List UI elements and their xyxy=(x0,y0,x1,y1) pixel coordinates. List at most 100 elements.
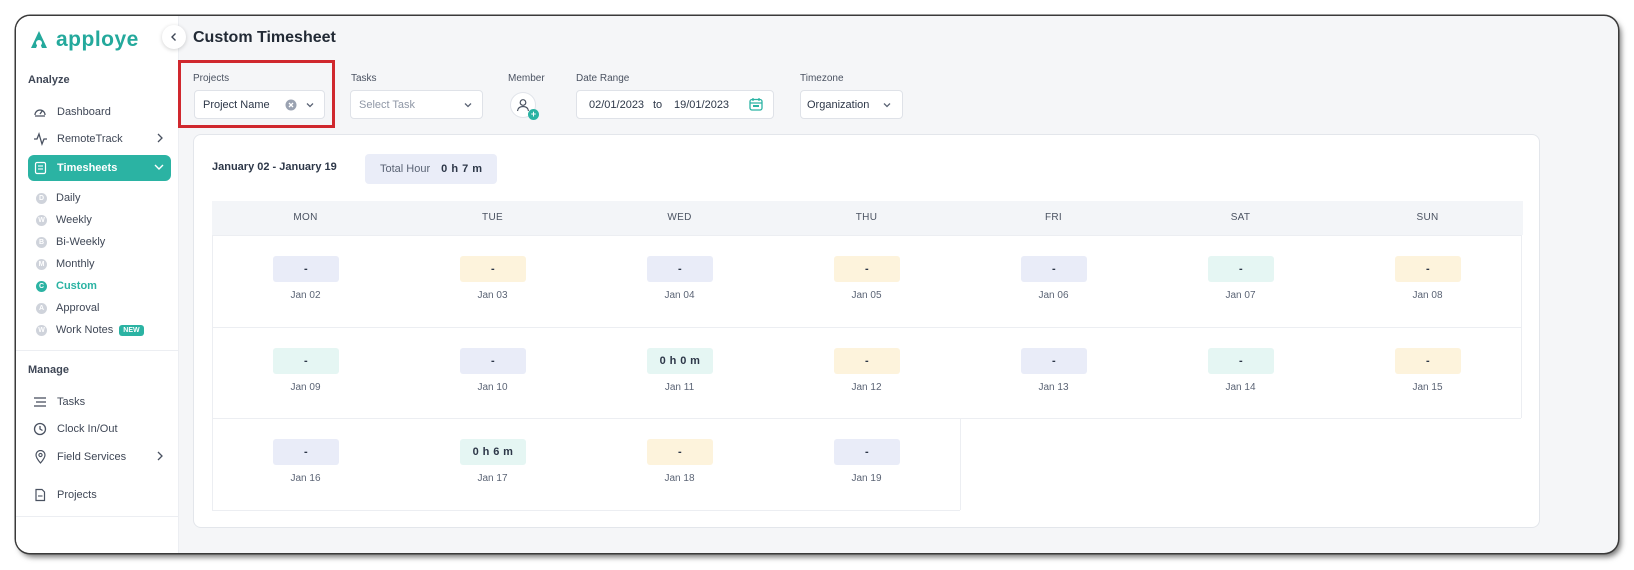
sidebar-subitem-weekly[interactable]: W Weekly xyxy=(36,211,92,229)
timesheet-card: January 02 - January 19 Total Hour 0 h 7… xyxy=(193,134,1540,528)
day-hours-pill[interactable]: 0 h 6 m xyxy=(460,439,526,465)
sidebar-collapse-button[interactable] xyxy=(162,25,186,49)
calendar-day-cell[interactable]: 0 h 0 m Jan 11 xyxy=(586,327,773,418)
chevron-down-icon xyxy=(153,161,165,176)
calendar-day-cell[interactable]: - Jan 16 xyxy=(212,418,399,509)
day-date-label: Jan 13 xyxy=(1038,381,1069,393)
list-icon xyxy=(32,394,48,410)
calendar-day-cell[interactable]: - Jan 04 xyxy=(586,235,773,326)
calendar-day-cell[interactable]: - Jan 09 xyxy=(212,327,399,418)
plus-icon: + xyxy=(528,109,539,120)
date-range-start[interactable]: 02/01/2023 xyxy=(589,99,644,111)
grid-divider xyxy=(960,418,961,510)
sidebar-subitem-label: Daily xyxy=(56,192,81,204)
clock-icon xyxy=(32,421,48,437)
sidebar-subitem-daily[interactable]: D Daily xyxy=(36,189,80,207)
calendar-day-cell[interactable]: - Jan 14 xyxy=(1147,327,1334,418)
day-date-label: Jan 07 xyxy=(1225,290,1256,301)
calendar-day-cell[interactable]: - Jan 06 xyxy=(960,235,1147,326)
calendar-day-cell[interactable]: - Jan 13 xyxy=(960,327,1147,418)
letter-badge-icon: W xyxy=(36,214,47,226)
grid-divider xyxy=(1521,326,1522,418)
apploye-logo[interactable]: apploye xyxy=(28,27,139,53)
sidebar-subitem-label: Approval xyxy=(56,302,100,314)
day-hours-pill[interactable]: - xyxy=(273,347,339,374)
sidebar-item-clock-in-out[interactable]: Clock In/Out xyxy=(28,416,171,442)
sidebar-item-tasks[interactable]: Tasks xyxy=(28,389,171,415)
sidebar-subitem-approval[interactable]: A Approval xyxy=(36,299,99,317)
sidebar-divider xyxy=(16,516,179,517)
calendar-day-cell[interactable]: - Jan 15 xyxy=(1334,327,1521,418)
total-hour-box: Total Hour 0 h 7 m xyxy=(365,154,497,184)
sidebar-subitem-bi-weekly[interactable]: B Bi-Weekly xyxy=(36,233,105,251)
date-range-end[interactable]: 19/01/2023 xyxy=(674,99,729,111)
sidebar-subitem-label: Custom xyxy=(56,280,97,292)
sidebar-subitem-label: Work Notes xyxy=(56,324,114,336)
day-hours-pill[interactable]: - xyxy=(1021,256,1087,282)
calendar-day-cell[interactable]: - Jan 12 xyxy=(773,327,960,418)
sidebar-item-field-services[interactable]: Field Services xyxy=(28,444,171,470)
day-hours-pill[interactable]: - xyxy=(1395,347,1461,374)
letter-badge-icon: D xyxy=(36,192,47,204)
calendar-day-cell[interactable]: - Jan 02 xyxy=(212,235,399,326)
letter-badge-icon: B xyxy=(36,236,47,248)
calendar-day-cell[interactable]: - Jan 18 xyxy=(586,418,773,509)
calendar-day-cell[interactable]: - Jan 19 xyxy=(773,418,960,509)
sidebar-item-dashboard[interactable]: Dashboard xyxy=(28,99,171,125)
date-range-picker[interactable]: 02/01/2023 to 19/01/2023 xyxy=(576,90,774,119)
day-hours-pill[interactable]: - xyxy=(1208,256,1274,282)
day-hours-pill[interactable]: - xyxy=(460,347,526,374)
calendar-day-cell[interactable]: - Jan 07 xyxy=(1147,235,1334,326)
tasks-select[interactable]: Select Task xyxy=(350,90,483,119)
location-pin-icon xyxy=(32,449,48,465)
day-date-label: Jan 11 xyxy=(664,381,695,393)
day-hours-pill[interactable]: - xyxy=(647,256,713,282)
sidebar-item-label: Timesheets xyxy=(57,162,118,174)
weekday-header: SAT xyxy=(1230,212,1251,223)
timezone-label: Timezone xyxy=(800,73,844,84)
day-date-label: Jan 12 xyxy=(851,381,882,393)
date-range-title: January 02 - January 19 xyxy=(212,161,337,173)
day-date-label: Jan 04 xyxy=(664,290,695,301)
sidebar-subitem-custom[interactable]: C Custom xyxy=(36,277,97,295)
sidebar-item-timesheets[interactable]: Timesheets xyxy=(28,155,171,181)
day-hours-pill[interactable]: - xyxy=(1208,347,1274,374)
day-hours-pill[interactable]: - xyxy=(647,439,713,465)
weekday-header: THU xyxy=(855,212,878,223)
calendar-day-cell[interactable]: 0 h 6 m Jan 17 xyxy=(399,418,586,509)
add-member-button[interactable]: + xyxy=(510,92,539,120)
calendar-icon[interactable] xyxy=(749,97,763,114)
day-hours-pill[interactable]: - xyxy=(1395,256,1461,282)
day-date-label: Jan 10 xyxy=(477,381,508,393)
day-hours-pill[interactable]: - xyxy=(273,256,339,282)
logo-text: apploye xyxy=(56,28,139,51)
sidebar-subitem-monthly[interactable]: M Monthly xyxy=(36,255,95,273)
calendar-day-cell[interactable]: - Jan 10 xyxy=(399,327,586,418)
sidebar-item-remotetrack[interactable]: RemoteTrack xyxy=(28,126,171,152)
calendar-day-cell[interactable]: - Jan 03 xyxy=(399,235,586,326)
calendar-day-cell[interactable]: - Jan 05 xyxy=(773,235,960,326)
timezone-select-value: Organization xyxy=(807,98,870,111)
section-title-analyze: Analyze xyxy=(28,74,70,86)
day-hours-pill[interactable]: 0 h 0 m xyxy=(647,347,713,374)
chevron-right-icon xyxy=(155,450,165,465)
day-date-label: Jan 09 xyxy=(290,381,321,393)
day-hours-pill[interactable]: - xyxy=(460,256,526,282)
day-hours-pill[interactable]: - xyxy=(834,347,900,374)
day-date-label: Jan 17 xyxy=(477,473,508,484)
section-title-manage: Manage xyxy=(28,364,69,376)
sidebar-subitem-work-notes[interactable]: W Work Notes NEW xyxy=(36,321,144,339)
dashboard-gauge-icon xyxy=(32,104,48,120)
letter-badge-icon: A xyxy=(36,302,47,314)
date-range-separator: to xyxy=(653,99,663,111)
day-hours-pill[interactable]: - xyxy=(273,439,339,465)
day-hours-pill[interactable]: - xyxy=(834,256,900,282)
day-hours-pill[interactable]: - xyxy=(834,439,900,465)
timezone-select[interactable]: Organization xyxy=(800,90,903,119)
day-hours-pill[interactable]: - xyxy=(1021,347,1087,374)
letter-badge-icon: W xyxy=(36,324,47,336)
sidebar-item-projects[interactable]: Projects xyxy=(28,482,171,508)
activity-pulse-icon xyxy=(32,131,48,147)
letter-badge-icon: C xyxy=(36,280,47,292)
calendar-day-cell[interactable]: - Jan 08 xyxy=(1334,235,1521,326)
